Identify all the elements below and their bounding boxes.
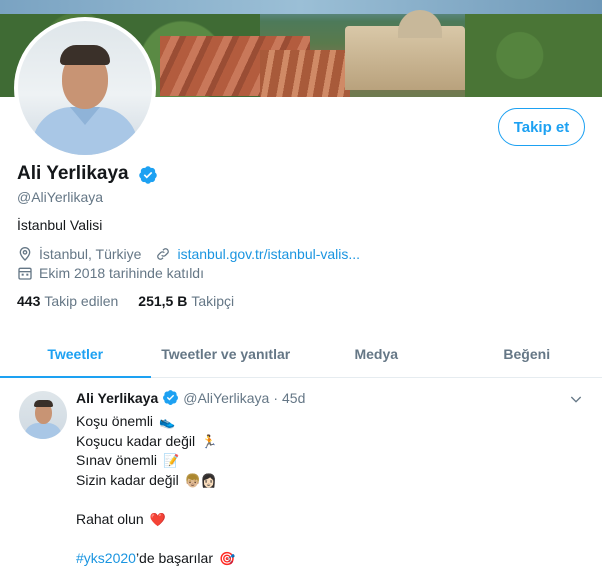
following-count: 443 <box>17 293 41 309</box>
profile-handle: @AliYerlikaya <box>17 189 104 205</box>
profile-bio: İstanbul Valisi <box>17 217 103 233</box>
location-pin-icon <box>19 247 31 261</box>
hashtag-link[interactable]: #yks2020 <box>76 549 136 569</box>
tweet-line-text: Koşu önemli <box>76 413 154 429</box>
tweet-author-name[interactable]: Ali Yerlikaya <box>76 390 158 406</box>
avatar-photo <box>18 21 152 155</box>
profile-location: İstanbul, Türkiye <box>39 246 142 262</box>
tweet-header: Ali Yerlikaya @AliYerlikaya · 45d <box>76 389 305 406</box>
chevron-down-icon[interactable] <box>568 391 584 407</box>
banner-roofs-2 <box>260 50 350 97</box>
profile-joined-row: Ekim 2018 tarihinde katıldı <box>17 265 204 281</box>
profile-meta-row: İstanbul, Türkiye istanbul.gov.tr/istanb… <box>17 246 360 262</box>
tweet-text: Koşu önemli 👟 Koşucu kadar değil 🏃 Sınav ö… <box>76 412 235 568</box>
profile-joined: Ekim 2018 tarihinde katıldı <box>39 265 204 281</box>
link-icon <box>157 248 170 260</box>
verified-badge-icon <box>163 390 179 405</box>
tab-likes[interactable]: Beğeni <box>452 330 602 377</box>
followers-count: 251,5 B <box>138 293 188 309</box>
tab-tweets-and-replies[interactable]: Tweetler ve yanıtlar <box>151 330 302 377</box>
tweet-avatar[interactable] <box>19 391 67 439</box>
target-emoji-icon: 🎯 <box>218 550 236 566</box>
runner-emoji-icon: 🏃 <box>201 433 218 449</box>
tweet-line: #yks2020’de başarılar 🎯 <box>76 549 235 569</box>
tweet-separator: · <box>273 389 278 406</box>
tweet-line-text: Sizin kadar değil <box>76 471 179 488</box>
profile-name: Ali Yerlikaya <box>17 163 129 184</box>
tweet-line-text: Koşucu kadar değil <box>76 432 196 449</box>
profile-website-link[interactable]: istanbul.gov.tr/istanbul-valis... <box>177 246 360 262</box>
banner-sea <box>0 0 602 14</box>
avatar-hair <box>60 45 110 65</box>
tweet-line: Sınav önemli 📝 <box>76 451 235 471</box>
tweet-item[interactable]: Ali Yerlikaya @AliYerlikaya · 45d Koşu ö… <box>0 379 602 571</box>
banner-dome <box>398 10 442 38</box>
tab-tweets[interactable]: Tweetler <box>0 330 151 378</box>
tweet-line-text: Rahat olun <box>76 510 144 527</box>
tweet-line: Rahat olun ❤️ <box>76 510 235 530</box>
tweet-line: Koşu önemli 👟 <box>76 412 235 432</box>
following-label: Takip edilen <box>44 293 119 309</box>
following-stat[interactable]: 443 Takip edilen <box>17 293 118 309</box>
people-emoji-icon: 👦🏼👩🏻 <box>184 472 218 488</box>
tweet-timestamp[interactable]: 45d <box>282 390 305 406</box>
tweet-avatar-shirt <box>24 423 62 439</box>
memo-emoji-icon: 📝 <box>162 453 180 469</box>
profile-tabs: Tweetler Tweetler ve yanıtlar Medya Beğe… <box>0 330 602 378</box>
sneaker-emoji-icon: 👟 <box>159 414 176 430</box>
followers-label: Takipçi <box>191 293 235 309</box>
banner-trees-2 <box>465 14 602 97</box>
tab-media[interactable]: Medya <box>301 330 452 377</box>
tweet-line-text: ’de başarılar <box>135 549 213 566</box>
profile-stats: 443 Takip edilen 251,5 B Takipçi <box>17 293 254 309</box>
followers-stat[interactable]: 251,5 B Takipçi <box>138 293 234 309</box>
tweet-avatar-hair <box>34 400 53 407</box>
follow-button[interactable]: Takip et <box>498 108 585 146</box>
tweet-line: Koşucu kadar değil 🏃 <box>76 432 235 452</box>
calendar-icon <box>18 267 32 280</box>
tweet-line: Sizin kadar değil 👦🏼👩🏻 <box>76 471 235 491</box>
verified-badge-icon <box>139 166 157 184</box>
tweet-line-text: Sınav önemli <box>76 452 157 468</box>
tweet-author-handle[interactable]: @AliYerlikaya <box>183 390 269 406</box>
heart-emoji-icon: ❤️ <box>149 511 166 527</box>
profile-avatar[interactable] <box>14 17 156 159</box>
